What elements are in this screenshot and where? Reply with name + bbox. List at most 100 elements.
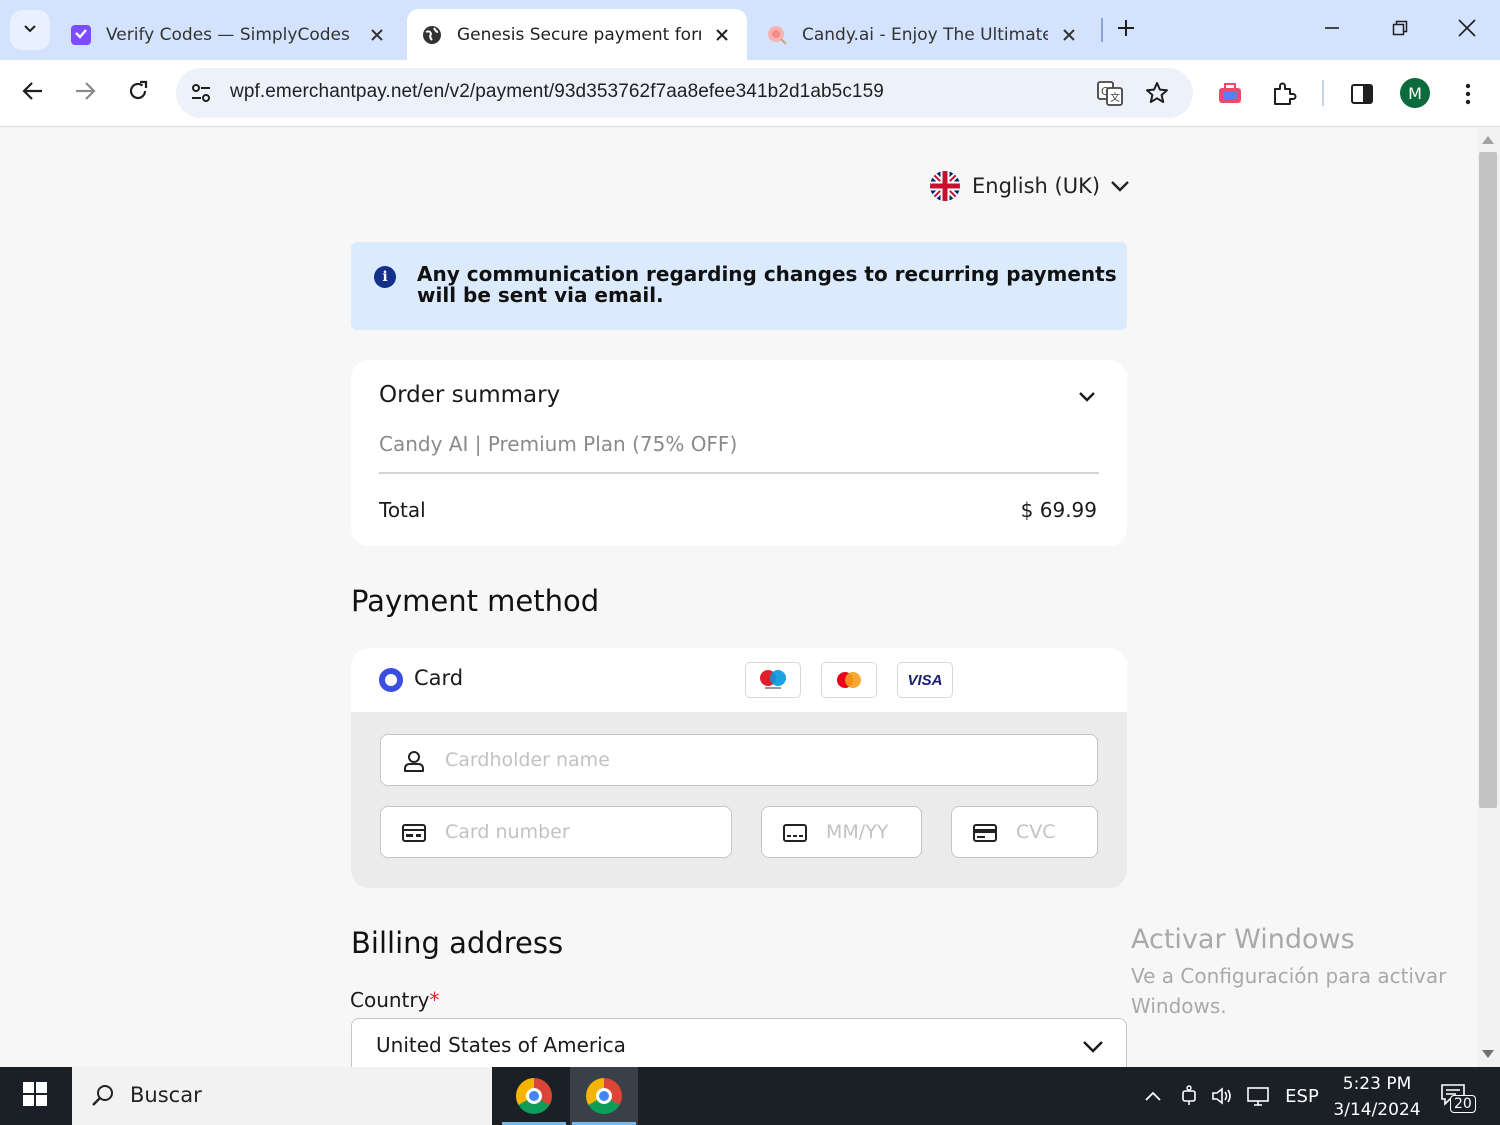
card-option[interactable]: Card VISA — [351, 648, 1127, 712]
notice-text: Any communication regarding changes to r… — [417, 262, 1117, 307]
total-label: Total — [379, 498, 426, 522]
tab-candy-ai[interactable]: Candy.ai - Enjoy The Ultimate A — [752, 9, 1094, 60]
profile-avatar[interactable]: M — [1400, 78, 1430, 108]
volume-icon[interactable] — [1208, 1081, 1238, 1111]
tab-title: Genesis Secure payment form — [457, 24, 701, 45]
side-panel-icon[interactable] — [1346, 78, 1378, 110]
expiry-input[interactable] — [826, 817, 914, 847]
user-icon — [401, 748, 427, 774]
payment-method-title: Payment method — [351, 584, 600, 618]
country-value: United States of America — [376, 1033, 626, 1057]
puzzle-icon[interactable] — [1268, 78, 1300, 110]
plus-icon — [1117, 19, 1135, 41]
expiry-field[interactable] — [761, 806, 922, 858]
start-button[interactable] — [0, 1067, 70, 1125]
restore-button[interactable] — [1380, 10, 1420, 50]
scroll-up-arrow-icon[interactable] — [1482, 136, 1494, 144]
clock-date: 3/14/2024 — [1333, 1100, 1421, 1120]
back-button[interactable] — [12, 72, 54, 114]
watermark-title: Activar Windows — [1131, 924, 1355, 955]
restore-icon — [1392, 20, 1408, 40]
card-back-icon — [972, 820, 998, 846]
star-icon[interactable] — [1143, 79, 1171, 107]
candy-favicon-icon — [766, 24, 788, 46]
language-label: English (UK) — [972, 174, 1101, 198]
minimize-button[interactable] — [1312, 10, 1352, 50]
tab-title: Candy.ai - Enjoy The Ultimate A — [802, 24, 1048, 45]
tab-title: Verify Codes — SimplyCodes — [106, 24, 350, 45]
windows-logo-icon — [22, 1081, 48, 1111]
chevron-down-icon — [1110, 179, 1130, 193]
card-number-field[interactable] — [380, 806, 732, 858]
chevron-down-icon — [1080, 1033, 1106, 1059]
clock[interactable]: 5:23 PM 3/14/2024 — [1330, 1071, 1424, 1123]
card-option-label: Card — [414, 666, 464, 690]
watermark-subtitle: Ve a Configuración para activar Windows. — [1131, 964, 1447, 1018]
extension-icon[interactable] — [1214, 78, 1246, 110]
order-summary-title: Order summary — [379, 382, 561, 408]
reload-icon — [127, 80, 149, 106]
maestro-logo-icon — [745, 662, 801, 698]
cardholder-name-field[interactable] — [380, 734, 1098, 786]
chevron-down-icon[interactable] — [1075, 384, 1099, 408]
reload-button[interactable] — [117, 72, 159, 114]
recurring-payments-notice: i Any communication regarding changes to… — [351, 242, 1127, 330]
forward-button[interactable] — [64, 72, 106, 114]
new-tab-button[interactable] — [1110, 14, 1142, 46]
url-text[interactable]: wpf.emerchantpay.net/en/v2/payment/93d35… — [230, 81, 884, 103]
arrow-left-icon — [22, 80, 44, 106]
address-bar[interactable]: wpf.emerchantpay.net/en/v2/payment/93d35… — [176, 68, 1193, 118]
cardholder-name-input[interactable] — [445, 745, 1075, 775]
tab-verify-codes[interactable]: Verify Codes — SimplyCodes — [56, 9, 402, 60]
cvc-field[interactable] — [951, 806, 1098, 858]
total-amount: $ 69.99 — [1020, 498, 1097, 522]
translate-icon[interactable]: G文 — [1096, 79, 1124, 107]
scrollbar-thumb[interactable] — [1479, 152, 1497, 808]
svg-text:文: 文 — [1110, 91, 1120, 104]
order-item: Candy AI | Premium Plan (75% OFF) — [379, 432, 738, 456]
card-number-input[interactable] — [445, 817, 715, 847]
taskbar-search-text: Buscar — [130, 1083, 202, 1107]
close-icon[interactable] — [711, 24, 733, 46]
tab-genesis-payment[interactable]: Genesis Secure payment form — [407, 9, 747, 60]
more-vertical-icon[interactable] — [1452, 78, 1484, 110]
taskbar-search[interactable]: Buscar — [72, 1067, 492, 1125]
payment-page: English (UK) i Any communication regardi… — [0, 128, 1478, 1067]
country-select[interactable]: United States of America — [351, 1018, 1127, 1067]
minimize-icon — [1324, 20, 1340, 40]
tab-search-button[interactable] — [10, 10, 50, 50]
input-language[interactable]: ESP — [1282, 1081, 1322, 1111]
scroll-down-arrow-icon[interactable] — [1482, 1050, 1494, 1058]
network-icon[interactable] — [1244, 1081, 1274, 1111]
info-icon: i — [374, 266, 396, 288]
calendar-card-icon — [782, 820, 808, 846]
search-icon — [90, 1083, 116, 1109]
taskbar-chrome-profile-app[interactable] — [570, 1067, 638, 1125]
meeting-icon[interactable] — [1176, 1081, 1202, 1111]
visa-logo-icon: VISA — [897, 662, 953, 698]
cvc-input[interactable] — [1016, 817, 1091, 847]
visa-logo-text: VISA — [907, 671, 943, 689]
browser-tab-strip: Verify Codes — SimplyCodes Genesis Secur… — [0, 0, 1500, 60]
mastercard-logo-icon — [821, 662, 877, 698]
notification-count-badge: 20 — [1450, 1095, 1476, 1113]
globe-icon — [421, 24, 443, 46]
chevron-up-icon[interactable] — [1140, 1081, 1166, 1111]
simplycodes-favicon-icon — [70, 24, 92, 46]
close-icon — [1458, 19, 1476, 41]
card-radio[interactable] — [379, 668, 403, 692]
close-window-button[interactable] — [1447, 10, 1487, 50]
divider — [379, 472, 1099, 474]
close-icon[interactable] — [366, 24, 388, 46]
site-settings-icon[interactable] — [188, 80, 214, 106]
taskbar-chrome-app[interactable] — [500, 1067, 568, 1125]
language-selector[interactable]: English (UK) — [930, 168, 1130, 204]
windows-activation-watermark: Activar Windows Ve a Configuración para … — [1131, 924, 1451, 1021]
country-label: Country* — [350, 988, 439, 1012]
required-mark: * — [429, 988, 440, 1012]
billing-address-title: Billing address — [351, 926, 564, 960]
order-summary-panel: Order summary Candy AI | Premium Plan (7… — [351, 360, 1127, 546]
close-icon[interactable] — [1058, 24, 1080, 46]
uk-flag-icon — [930, 171, 960, 201]
payment-method-panel: Card VISA — [351, 648, 1127, 888]
